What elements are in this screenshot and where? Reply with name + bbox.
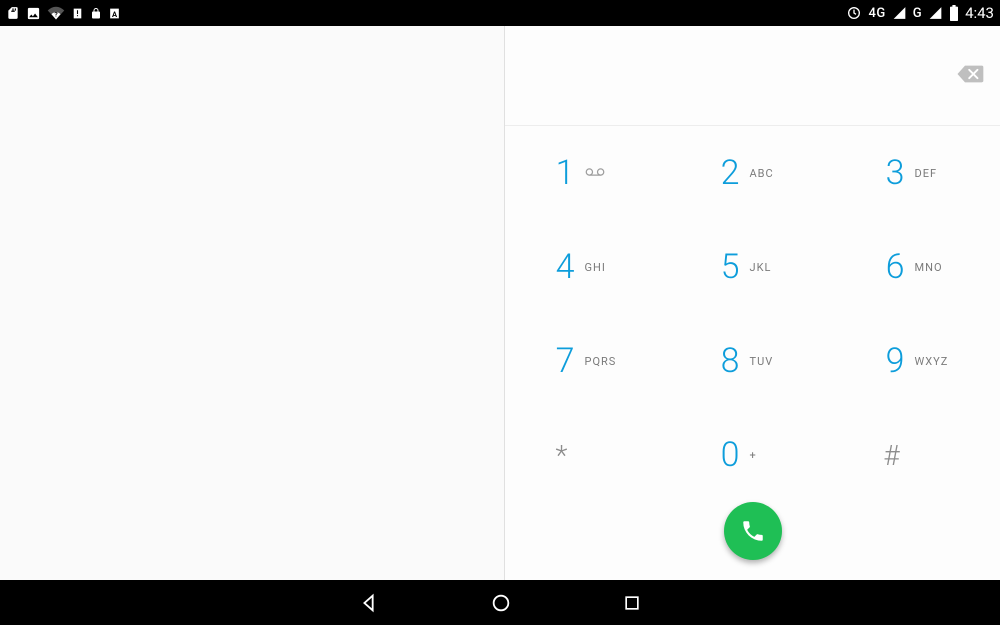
key-0[interactable]: 0+ [670, 408, 835, 502]
key-*[interactable]: * [505, 408, 670, 502]
signal-1-icon [892, 6, 907, 20]
network-2-label: G [913, 6, 922, 21]
key-digit: 3 [879, 153, 905, 193]
key-1[interactable]: 1 [505, 126, 670, 220]
key-digit: 6 [879, 247, 905, 287]
key-8[interactable]: 8 TUV [670, 314, 835, 408]
screen: ? A 4G G [0, 0, 1000, 625]
key-2[interactable]: 2 ABC [670, 126, 835, 220]
key-digit: 9 [879, 341, 905, 381]
recents-button[interactable] [622, 593, 642, 613]
key-4[interactable]: 4 GHI [505, 220, 670, 314]
key-#[interactable]: # [835, 408, 1000, 502]
back-button[interactable] [358, 592, 380, 614]
text-card-icon: A [108, 6, 121, 21]
key-digit: 8 [714, 341, 740, 381]
key-5[interactable]: 5 JKL [670, 220, 835, 314]
keypad: 12ABC3DEF4GHI5JKL6MNO7PQRS8TUV9WXYZ*0+# [505, 126, 1000, 502]
alert-card-icon [71, 6, 84, 21]
key-9[interactable]: 9 WXYZ [835, 314, 1000, 408]
key-letters: DEF [915, 167, 957, 180]
sd-card-icon [6, 5, 20, 21]
network-1-label: 4G [868, 6, 885, 21]
key-letters: GHI [585, 261, 627, 274]
wifi-question-icon: ? [47, 6, 65, 21]
key-digit: 5 [714, 247, 740, 287]
backspace-button[interactable] [956, 64, 984, 88]
key-digit: 7 [549, 341, 575, 381]
battery-icon [949, 5, 959, 21]
status-bar-right: 4G G 4:43 [846, 4, 994, 22]
key-letters: + [750, 449, 792, 462]
call-button[interactable] [724, 502, 782, 560]
key-7[interactable]: 7 PQRS [505, 314, 670, 408]
app-content: 12ABC3DEF4GHI5JKL6MNO7PQRS8TUV9WXYZ*0+# [0, 26, 1000, 580]
dialer-pane: 12ABC3DEF4GHI5JKL6MNO7PQRS8TUV9WXYZ*0+# [505, 26, 1000, 580]
signal-2-icon [928, 6, 943, 20]
status-bar-left: ? A [6, 5, 121, 21]
key-6[interactable]: 6 MNO [835, 220, 1000, 314]
key-letters: TUV [750, 355, 792, 368]
image-icon [26, 6, 41, 21]
key-digit: 4 [549, 247, 575, 287]
key-letters: MNO [915, 261, 957, 274]
number-display-row [505, 26, 1000, 126]
key-digit: 1 [549, 153, 575, 193]
status-bar: ? A 4G G [0, 0, 1000, 26]
data-usage-icon [846, 5, 862, 21]
key-letters: WXYZ [915, 355, 957, 368]
key-3[interactable]: 3 DEF [835, 126, 1000, 220]
key-digit: 0 [714, 435, 740, 475]
home-button[interactable] [490, 592, 512, 614]
key-digit: * [556, 439, 568, 472]
key-digit: # [883, 439, 899, 472]
key-digit: 2 [714, 153, 740, 193]
clock: 4:43 [965, 4, 994, 22]
navigation-bar [0, 580, 1000, 625]
lock-icon [90, 6, 102, 21]
voicemail-icon [585, 167, 627, 180]
key-letters: PQRS [585, 355, 627, 368]
key-letters: ABC [750, 167, 792, 180]
contacts-pane [0, 26, 505, 580]
key-letters: JKL [750, 261, 792, 274]
dial-row [505, 502, 1000, 580]
